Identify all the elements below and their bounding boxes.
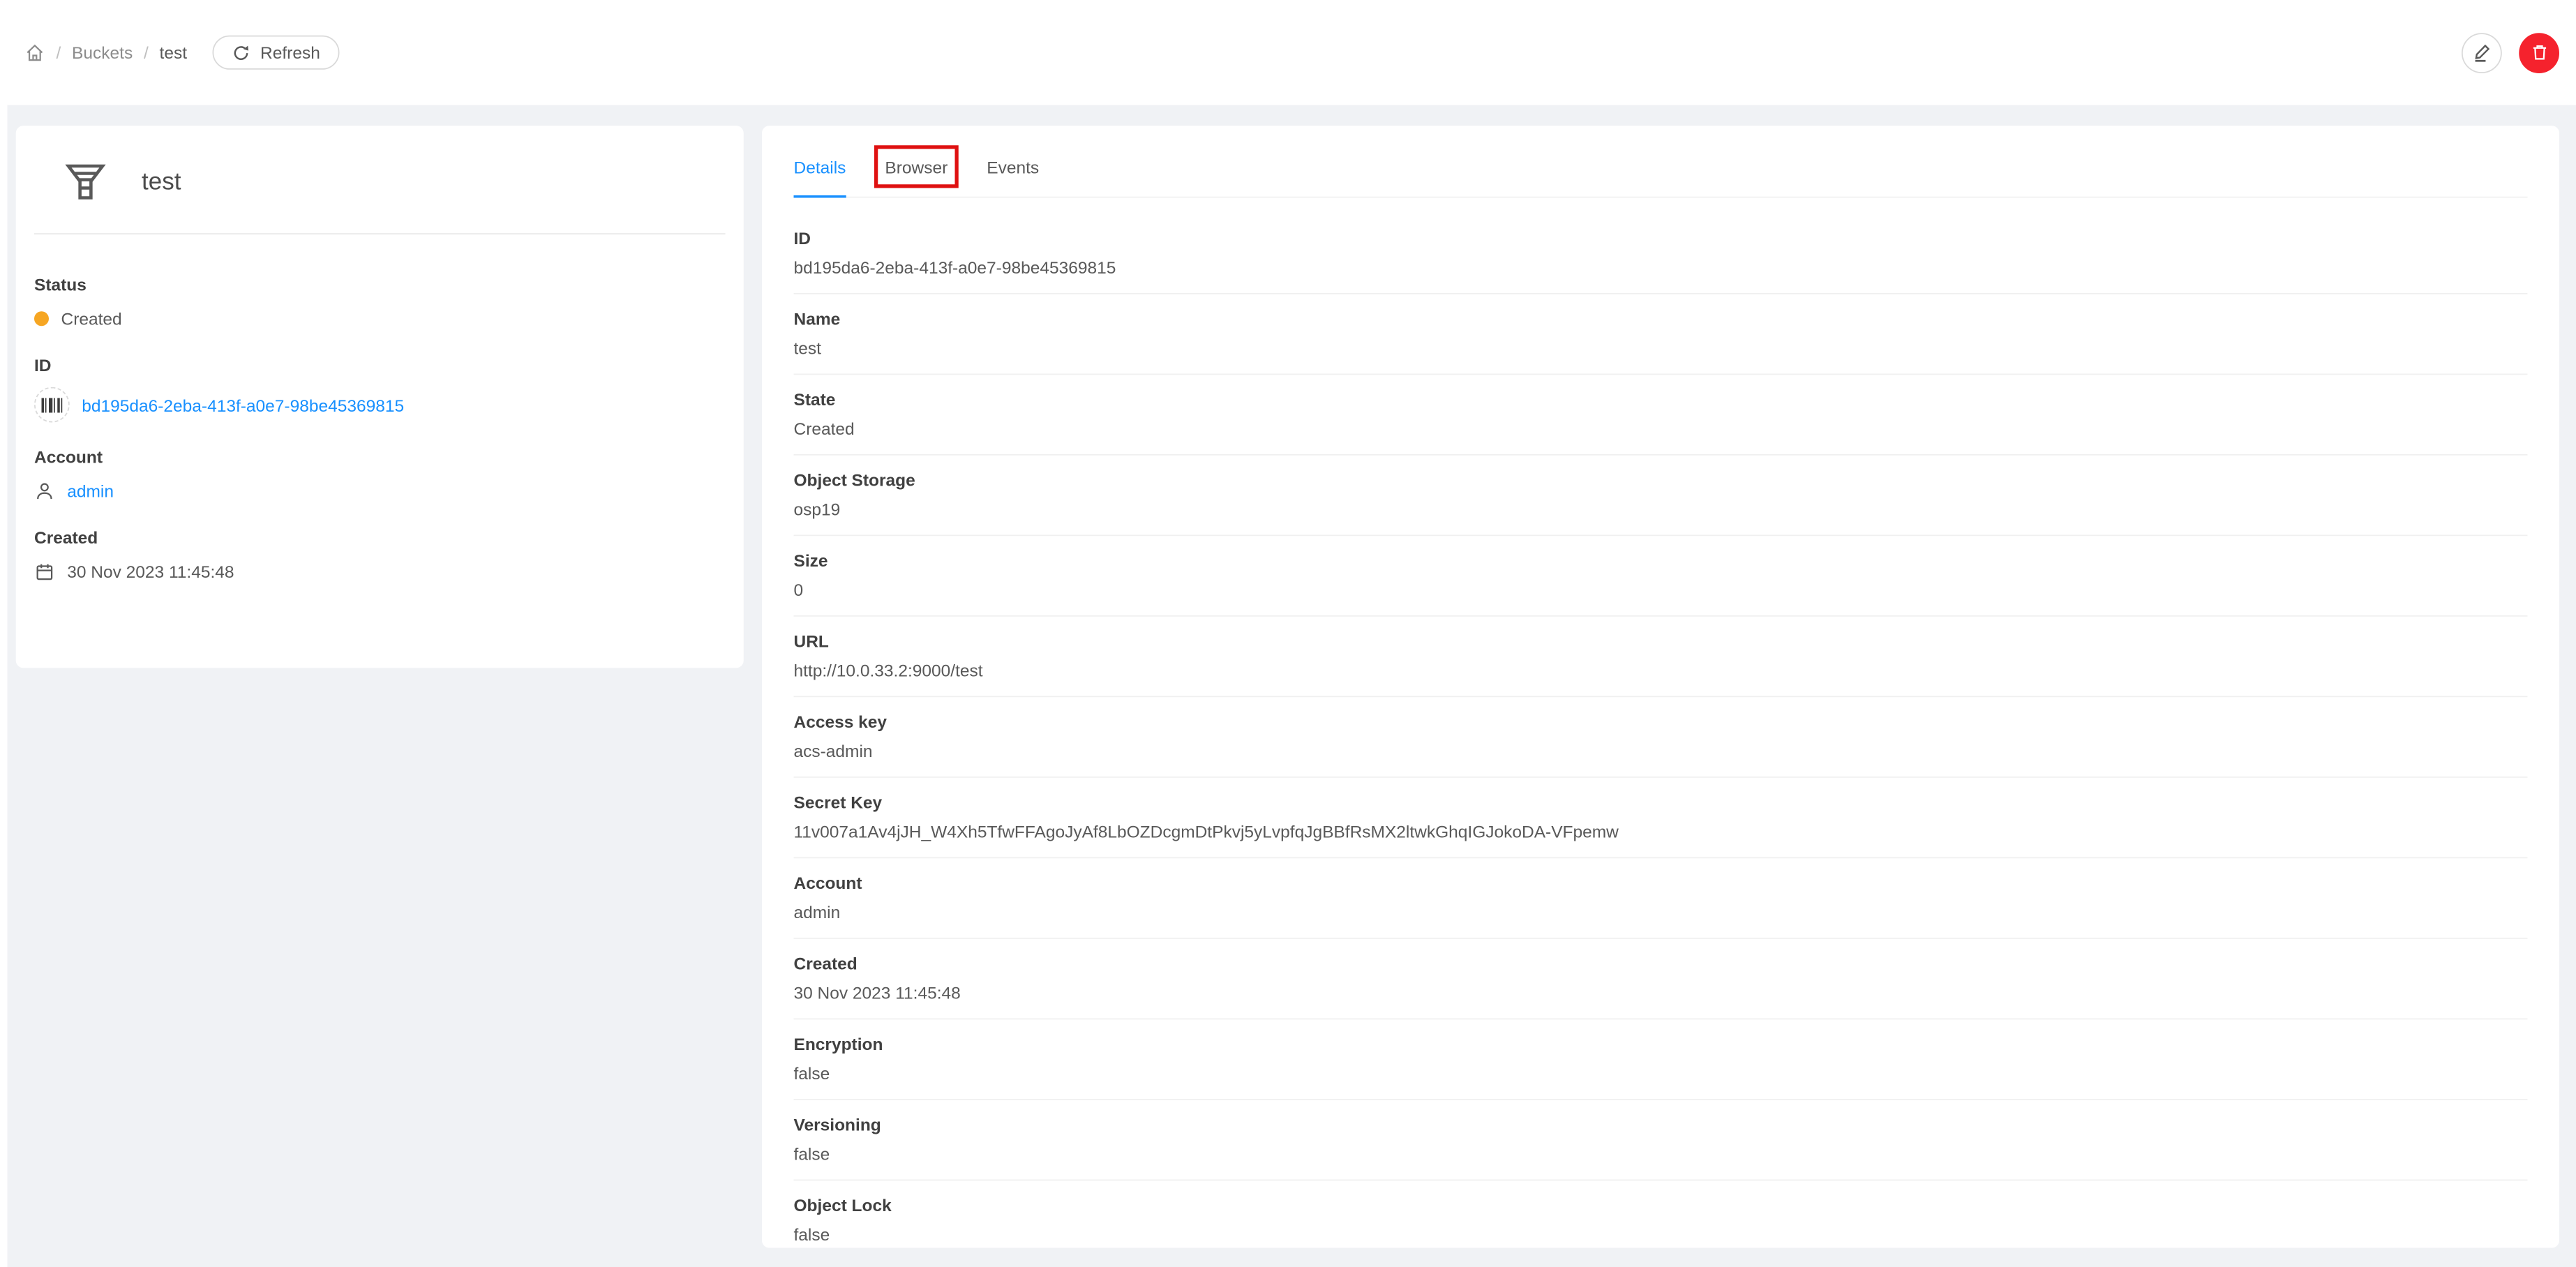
tab-browser[interactable]: Browser [874, 145, 959, 197]
home-icon[interactable] [24, 42, 45, 63]
detail-value: http://10.0.33.2:9000/test [793, 660, 983, 680]
tab-events[interactable]: Events [987, 155, 1039, 197]
status-dot [34, 311, 49, 327]
detail-value: false [793, 1224, 830, 1245]
collapsed-sidebar-edge [0, 0, 8, 1267]
bucket-funnel-icon [65, 163, 107, 202]
resource-info-card: test Status Created ID bd195da6-2eba-413… [15, 126, 744, 668]
detail-value: bd195da6-2eba-413f-a0e7-98be45369815 [793, 257, 1116, 278]
field-label: Account [34, 447, 103, 467]
screenshot-root: / Buckets / test Refresh test Status Cre… [0, 0, 2576, 1267]
detail-row: Created 30 Nov 2023 11:45:48 [793, 939, 2528, 1020]
field-label: Status [34, 274, 87, 294]
detail-label: Versioning [793, 1114, 881, 1134]
detail-row: Secret Key 11v007a1Av4jJH_W4Xh5TfwFFAgoJ… [793, 778, 2528, 859]
detail-value: 0 [793, 580, 804, 600]
resource-header: test [16, 126, 744, 202]
trash-icon [2529, 43, 2549, 62]
reload-icon [232, 43, 250, 61]
field-created: Created 30 Nov 2023 11:45:48 [34, 526, 726, 583]
user-icon [34, 481, 55, 502]
detail-value: admin [793, 902, 841, 922]
breadcrumb-item-buckets[interactable]: Buckets [72, 43, 133, 62]
field-label: Created [34, 527, 98, 547]
detail-row: Access key acs-admin [793, 697, 2528, 778]
field-status: Status Created [34, 273, 726, 331]
barcode-icon [34, 387, 70, 423]
resource-fields: Status Created ID bd195da6-2eba-413f-a0e… [16, 234, 744, 584]
tab-details[interactable]: Details [793, 155, 846, 198]
detail-label: State [793, 389, 836, 410]
detail-row: Versioning false [793, 1100, 2528, 1181]
detail-value: false [793, 1063, 830, 1084]
page-header: / Buckets / test Refresh [0, 0, 2576, 105]
detail-label: Encryption [793, 1034, 883, 1054]
tab-browser-label: Browser [885, 157, 948, 177]
detail-label: ID [793, 228, 811, 248]
breadcrumb-separator: / [56, 43, 61, 63]
detail-row: State Created [793, 375, 2528, 456]
detail-row: Account admin [793, 858, 2528, 939]
detail-row: Object Lock false [794, 1180, 2528, 1260]
breadcrumb-separator: / [143, 43, 149, 63]
details-list: ID bd195da6-2eba-413f-a0e7-98be45369815 … [793, 198, 2528, 1261]
breadcrumb: / Buckets / test Refresh [24, 35, 340, 70]
detail-row: ID bd195da6-2eba-413f-a0e7-98be45369815 [793, 213, 2528, 294]
detail-value: Created [793, 419, 855, 439]
details-panel: Details Browser Events ID bd195da6-2eba-… [762, 126, 2559, 1248]
detail-label: Account [793, 873, 862, 893]
breadcrumb-item-current: test [159, 43, 188, 63]
detail-row: Object Storage osp19 [793, 456, 2528, 537]
status-value: Created [61, 308, 122, 329]
detail-row: URL http://10.0.33.2:9000/test [793, 617, 2528, 698]
bucket-id-link[interactable]: bd195da6-2eba-413f-a0e7-98be45369815 [82, 393, 404, 417]
detail-label: Object Storage [793, 470, 915, 490]
detail-value: 11v007a1Av4jJH_W4Xh5TfwFFAgoJyAf8LbOZDcg… [793, 821, 1619, 841]
field-id: ID bd195da6-2eba-413f-a0e7-98be45369815 [34, 354, 726, 423]
detail-row: Name test [793, 294, 2528, 375]
detail-label: Size [793, 550, 828, 571]
created-value: 30 Nov 2023 11:45:48 [67, 562, 234, 581]
detail-row: Encryption false [793, 1019, 2528, 1100]
delete-button[interactable] [2519, 32, 2559, 73]
detail-label: Access key [793, 712, 888, 732]
field-account: Account admin [34, 446, 726, 503]
refresh-button[interactable]: Refresh [212, 35, 340, 70]
detail-value: false [793, 1144, 830, 1164]
refresh-label: Refresh [260, 43, 320, 63]
detail-value: acs-admin [793, 741, 873, 761]
header-actions [2462, 32, 2559, 73]
detail-label: URL [793, 631, 829, 651]
detail-value: test [793, 338, 822, 358]
detail-label: Name [793, 308, 841, 329]
pencil-icon [2471, 42, 2492, 63]
detail-label: Object Lock [793, 1195, 892, 1215]
calendar-icon [34, 561, 55, 582]
field-label: ID [34, 355, 52, 375]
edit-button[interactable] [2462, 32, 2502, 73]
detail-row: Size 0 [793, 536, 2528, 617]
resource-title: test [142, 167, 181, 195]
detail-label: Created [793, 953, 858, 973]
detail-value: osp19 [793, 499, 841, 519]
detail-label: Secret Key [793, 792, 883, 812]
account-link[interactable]: admin [67, 479, 114, 503]
detail-value: 30 Nov 2023 11:45:48 [793, 982, 961, 1003]
app: / Buckets / test Refresh test Status Cre… [0, 0, 2576, 1267]
tabs-bar: Details Browser Events [793, 126, 2528, 198]
